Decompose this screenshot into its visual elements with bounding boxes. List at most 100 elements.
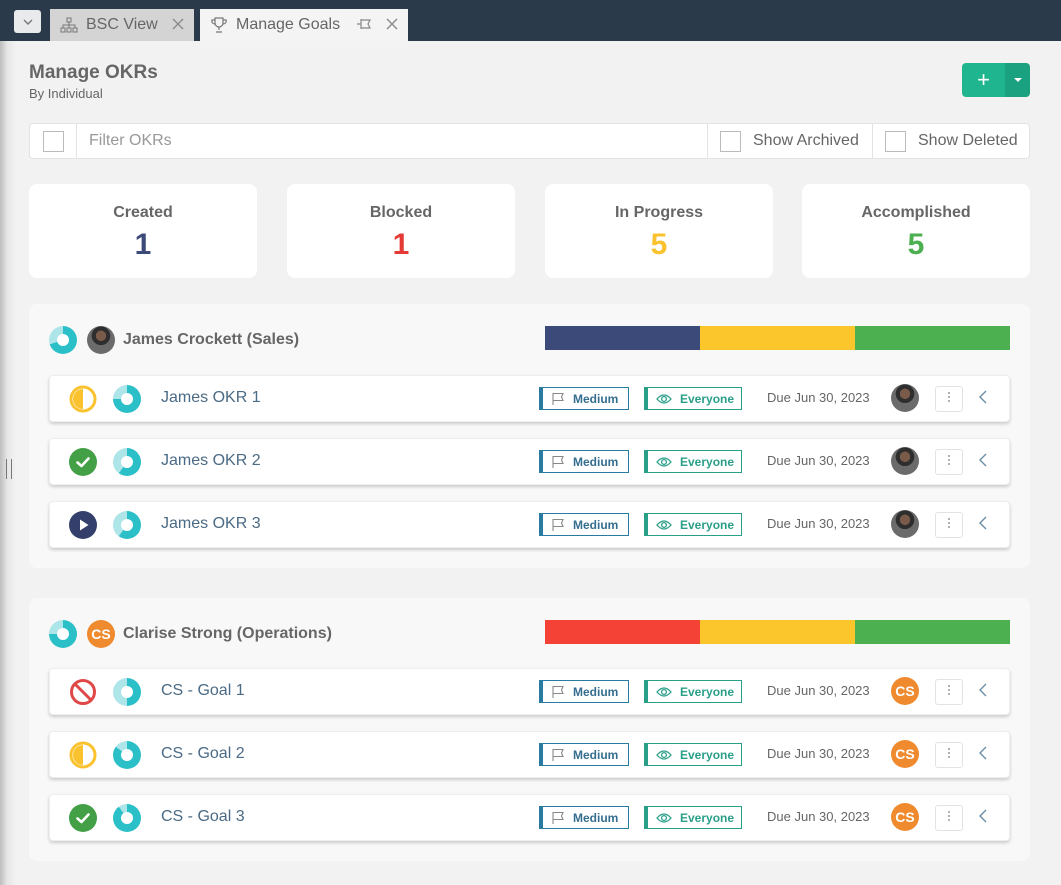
tab-manage-goals[interactable]: Manage Goals: [200, 9, 408, 41]
progress-ring-icon: [113, 678, 141, 706]
goal-row[interactable]: James OKR 2 Medium Everyone Due Jun 30, …: [49, 438, 1010, 485]
chevron-left-icon: [978, 515, 988, 536]
eye-icon: [656, 686, 672, 698]
kebab-icon: [947, 390, 951, 408]
priority-label: Medium: [573, 747, 619, 762]
show-deleted-toggle[interactable]: Show Deleted: [873, 124, 1029, 158]
filter-bar: Show Archived Show Deleted: [29, 123, 1030, 159]
due-date: Due Jun 30, 2023: [767, 746, 870, 761]
flag-icon: [551, 748, 565, 762]
progress-ring-icon: [113, 511, 141, 539]
stat-value: 5: [650, 228, 668, 261]
stat-value: 5: [907, 228, 925, 261]
progress-ring-icon: [113, 741, 141, 769]
goal-name-link[interactable]: CS - Goal 1: [161, 682, 245, 700]
chevron-down-icon: [23, 19, 32, 25]
stat-card-created[interactable]: Created 1: [29, 184, 257, 278]
flag-icon: [551, 392, 565, 406]
chevron-left-icon: [978, 389, 988, 410]
owner-avatar: CS: [891, 740, 919, 768]
show-archived-toggle[interactable]: Show Archived: [708, 124, 873, 158]
tab-bsc-view[interactable]: BSC View: [50, 9, 194, 41]
flag-icon: [551, 685, 565, 699]
goal-name-link[interactable]: James OKR 1: [161, 389, 261, 407]
close-icon[interactable]: [384, 16, 400, 32]
kebab-icon: [947, 746, 951, 764]
expand-button[interactable]: [975, 683, 991, 701]
goal-row[interactable]: James OKR 1 Medium Everyone Due Jun 30, …: [49, 375, 1010, 422]
expand-button[interactable]: [975, 809, 991, 827]
stat-card-blocked[interactable]: Blocked 1: [287, 184, 515, 278]
kebab-icon: [947, 809, 951, 827]
goal-name-link[interactable]: CS - Goal 2: [161, 745, 245, 763]
select-all-checkbox[interactable]: [42, 130, 64, 152]
goal-row[interactable]: James OKR 3 Medium Everyone Due Jun 30, …: [49, 501, 1010, 548]
priority-label: Medium: [573, 517, 619, 532]
goal-row[interactable]: CS - Goal 1 Medium Everyone Due Jun 30, …: [49, 668, 1010, 715]
visibility-label: Everyone: [680, 810, 735, 825]
priority-tag: Medium: [539, 680, 629, 703]
stat-card-accomplished[interactable]: Accomplished 5: [802, 184, 1030, 278]
status-distribution-bar: [545, 620, 1010, 644]
goal-name-link[interactable]: James OKR 3: [161, 515, 261, 533]
tab-label: Manage Goals: [236, 16, 341, 33]
pin-icon[interactable]: [356, 16, 374, 32]
expand-button[interactable]: [975, 390, 991, 408]
flag-icon: [551, 455, 565, 469]
group-header[interactable]: CS Clarise Strong (Operations): [49, 619, 332, 649]
group-header[interactable]: James Crockett (Sales): [49, 325, 299, 355]
visibility-tag: Everyone: [644, 450, 742, 473]
priority-tag: Medium: [539, 387, 629, 410]
show-deleted-label: Show Deleted: [918, 132, 1018, 149]
expand-button[interactable]: [975, 516, 991, 534]
status-created-icon: [69, 511, 97, 539]
goal-row[interactable]: CS - Goal 2 Medium Everyone Due Jun 30, …: [49, 731, 1010, 778]
more-options-button[interactable]: [935, 512, 963, 538]
more-options-button[interactable]: [935, 386, 963, 412]
visibility-label: Everyone: [680, 684, 735, 699]
expand-button[interactable]: [975, 453, 991, 471]
goal-row[interactable]: CS - Goal 3 Medium Everyone Due Jun 30, …: [49, 794, 1010, 841]
status-bar-segment-in-progress: [699, 620, 855, 644]
more-options-button[interactable]: [935, 742, 963, 768]
more-options-button[interactable]: [935, 805, 963, 831]
status-bar-segment-accomplished: [854, 620, 1010, 644]
priority-tag: Medium: [539, 450, 629, 473]
goal-name-link[interactable]: CS - Goal 3: [161, 808, 245, 826]
show-deleted-checkbox[interactable]: [885, 130, 906, 152]
close-icon[interactable]: [170, 16, 186, 32]
kebab-icon: [947, 516, 951, 534]
visibility-tag: Everyone: [644, 387, 742, 410]
status-bar-segment-accomplished: [854, 326, 1010, 350]
org-chart-icon: [60, 16, 78, 34]
group-owner-name: James Crockett (Sales): [123, 331, 300, 348]
show-archived-label: Show Archived: [753, 132, 859, 149]
chevron-left-icon: [978, 745, 988, 766]
filter-okrs-input[interactable]: [77, 124, 708, 158]
tab-list-dropdown-button[interactable]: [14, 10, 41, 33]
stat-card-in-progress[interactable]: In Progress 5: [545, 184, 773, 278]
add-okr-button[interactable]: +: [962, 63, 1005, 97]
goal-name-link[interactable]: James OKR 2: [161, 452, 261, 470]
panel-resize-handle[interactable]: [6, 459, 12, 479]
show-archived-checkbox[interactable]: [720, 130, 741, 152]
eye-icon: [656, 393, 672, 405]
more-options-button[interactable]: [935, 449, 963, 475]
eye-icon: [656, 812, 672, 824]
flag-icon: [551, 518, 565, 532]
due-date: Due Jun 30, 2023: [767, 683, 870, 698]
status-blocked-icon: [69, 678, 97, 706]
priority-label: Medium: [573, 684, 619, 699]
progress-ring-icon: [49, 326, 77, 354]
status-in-progress-icon: [69, 385, 97, 413]
progress-ring-icon: [49, 620, 77, 648]
expand-button[interactable]: [975, 746, 991, 764]
status-in-progress-icon: [69, 741, 97, 769]
owner-avatar: [891, 510, 919, 538]
trophy-icon: [210, 16, 228, 34]
flag-icon: [551, 811, 565, 825]
more-options-button[interactable]: [935, 679, 963, 705]
add-options-dropdown[interactable]: [1005, 63, 1030, 97]
visibility-tag: Everyone: [644, 743, 742, 766]
stat-label: Created: [113, 204, 173, 221]
